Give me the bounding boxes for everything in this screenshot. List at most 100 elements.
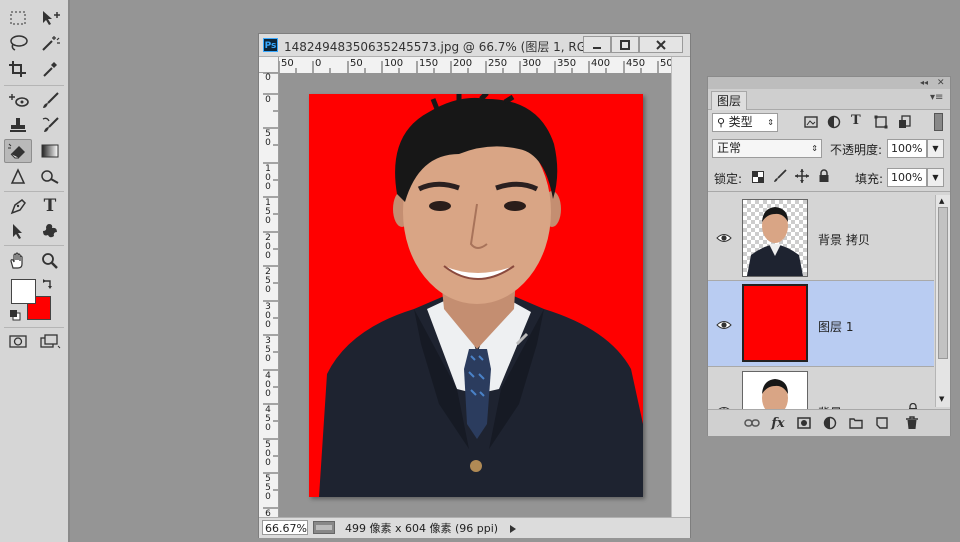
filter-smart-object-icon[interactable] bbox=[898, 115, 912, 129]
ruler-label: 450 bbox=[265, 405, 271, 433]
ruler-label: 250 bbox=[488, 58, 508, 69]
close-button[interactable] bbox=[639, 36, 683, 53]
lock-row: 锁定: 填充: 100% ▼ bbox=[708, 164, 950, 192]
lock-transparent-icon[interactable] bbox=[752, 171, 764, 183]
mask-icon[interactable] bbox=[796, 415, 812, 431]
search-icon: ⚲ bbox=[717, 116, 729, 129]
folder-icon[interactable] bbox=[848, 415, 864, 431]
layer-thumbnail bbox=[742, 284, 808, 362]
ruler-label: 0 bbox=[315, 58, 322, 69]
document-titlebar[interactable]: Ps 14824948350635245573.jpg @ 66.7% (图层 … bbox=[259, 34, 690, 57]
layer-thumbnail bbox=[742, 199, 808, 277]
fill-field[interactable]: 100% bbox=[887, 168, 927, 187]
trash-icon[interactable] bbox=[904, 415, 920, 431]
dodge-icon[interactable] bbox=[37, 165, 63, 189]
ruler-corner[interactable] bbox=[259, 57, 279, 73]
brush-icon[interactable] bbox=[37, 88, 63, 112]
close-panel-icon[interactable]: ✕ bbox=[937, 77, 945, 89]
scroll-thumb[interactable] bbox=[938, 207, 948, 359]
status-icon bbox=[313, 521, 335, 534]
visibility-eye-icon[interactable] bbox=[716, 319, 732, 329]
photoshop-logo-icon: Ps bbox=[263, 38, 278, 52]
ruler-label: 300 bbox=[522, 58, 542, 69]
link-icon[interactable] bbox=[744, 415, 760, 431]
path-select-icon[interactable] bbox=[5, 219, 31, 243]
canvas-area[interactable] bbox=[279, 73, 671, 517]
filter-toggle-icon[interactable] bbox=[934, 113, 943, 131]
scroll-up-icon[interactable]: ▲ bbox=[939, 197, 944, 205]
filter-shape-icon[interactable] bbox=[874, 115, 888, 129]
layers-list: 背景 拷贝 图层 1 背景 bbox=[708, 193, 934, 409]
filter-type-icon[interactable]: T bbox=[851, 113, 861, 128]
new-layer-icon[interactable] bbox=[874, 415, 890, 431]
ruler-left[interactable]: 0 0 50 100 150 200 250 300 350 400 450 5… bbox=[259, 73, 279, 517]
layer-name: 图层 1 bbox=[818, 320, 854, 334]
zoom-icon[interactable] bbox=[37, 249, 63, 273]
document-scrollbar[interactable] bbox=[671, 57, 690, 517]
fx-icon[interactable]: fx bbox=[770, 415, 786, 431]
lock-all-icon[interactable] bbox=[818, 169, 830, 183]
lock-brush-icon[interactable] bbox=[773, 169, 787, 183]
quick-mask-icon[interactable] bbox=[5, 329, 31, 353]
layer-filter-row: ⚲ 类型 ⇕ T bbox=[708, 110, 950, 136]
blur-icon[interactable] bbox=[5, 165, 31, 189]
ruler-top[interactable]: 50 0 50 100 150 200 250 300 350 400 450 … bbox=[279, 57, 671, 74]
default-colors-icon[interactable] bbox=[9, 309, 21, 321]
history-brush-icon[interactable] bbox=[37, 113, 63, 137]
filter-pixel-icon[interactable] bbox=[804, 115, 818, 129]
layer-row-selected[interactable]: 图层 1 bbox=[708, 281, 934, 367]
collapse-icon[interactable]: ◂◂ bbox=[920, 77, 928, 89]
spot-heal-icon[interactable] bbox=[5, 88, 31, 112]
move-icon[interactable] bbox=[37, 6, 63, 30]
foreground-color-swatch[interactable] bbox=[11, 279, 36, 304]
rect-marquee-icon[interactable] bbox=[5, 6, 31, 30]
updown-icon: ⇕ bbox=[811, 144, 818, 153]
maximize-button[interactable] bbox=[611, 36, 639, 53]
document-canvas[interactable] bbox=[309, 94, 643, 497]
opacity-dropdown-button[interactable]: ▼ bbox=[927, 139, 944, 158]
crop-icon[interactable] bbox=[5, 57, 31, 81]
status-menu-arrow-icon[interactable] bbox=[509, 523, 517, 533]
lasso-icon[interactable] bbox=[5, 31, 31, 55]
gradient-icon[interactable] bbox=[37, 139, 63, 163]
ruler-label: 100 bbox=[384, 58, 404, 69]
eraser-icon[interactable] bbox=[4, 139, 32, 163]
custom-shape-icon[interactable] bbox=[37, 219, 63, 243]
zoom-level-field[interactable]: 66.67% bbox=[262, 520, 308, 535]
scroll-down-icon[interactable]: ▼ bbox=[939, 395, 944, 403]
clone-stamp-icon[interactable] bbox=[5, 113, 31, 137]
layer-name: 背景 拷贝 bbox=[818, 233, 870, 247]
filter-adjustment-icon[interactable] bbox=[827, 115, 841, 129]
ruler-label: 300 bbox=[265, 302, 271, 330]
screen-mode-icon[interactable] bbox=[37, 329, 63, 353]
magic-wand-icon[interactable] bbox=[37, 31, 63, 55]
blend-mode-dropdown[interactable]: 正常 ⇕ bbox=[712, 139, 822, 158]
ruler-label: 200 bbox=[265, 233, 271, 261]
type-icon[interactable]: T bbox=[37, 194, 63, 218]
ruler-label: 0 bbox=[265, 95, 271, 105]
lock-position-icon[interactable] bbox=[795, 169, 809, 183]
minimize-icon bbox=[593, 46, 601, 49]
document-statusbar: 66.67% 499 像素 x 604 像素 (96 ppi) bbox=[259, 517, 690, 538]
visibility-eye-icon[interactable] bbox=[716, 232, 732, 242]
panel-menu-icon[interactable]: ▾≡ bbox=[930, 92, 943, 103]
pen-icon[interactable] bbox=[5, 194, 31, 218]
hand-icon[interactable] bbox=[5, 249, 31, 273]
panel-header[interactable]: ◂◂ ✕ bbox=[708, 77, 950, 89]
filter-kind-dropdown[interactable]: ⚲ 类型 ⇕ bbox=[712, 113, 778, 132]
fill-dropdown-button[interactable]: ▼ bbox=[927, 168, 944, 187]
tab-layers[interactable]: 图层 bbox=[711, 91, 748, 110]
layer-row[interactable]: 背景 bbox=[708, 367, 934, 409]
layer-row[interactable]: 背景 拷贝 bbox=[708, 195, 934, 281]
eyedropper-icon[interactable] bbox=[37, 57, 63, 81]
ruler-label: 0 bbox=[265, 73, 271, 83]
swap-colors-icon[interactable] bbox=[42, 278, 54, 290]
adjustment-icon[interactable] bbox=[822, 415, 838, 431]
ruler-label: 500 bbox=[660, 58, 671, 69]
updown-icon: ⇕ bbox=[767, 118, 774, 127]
minimize-button[interactable] bbox=[583, 36, 611, 53]
opacity-field[interactable]: 100% bbox=[887, 139, 927, 158]
ruler-label: 350 bbox=[265, 336, 271, 364]
ruler-label: 50 bbox=[281, 58, 294, 69]
layers-scrollbar[interactable]: ▲ ▼ bbox=[935, 195, 950, 407]
